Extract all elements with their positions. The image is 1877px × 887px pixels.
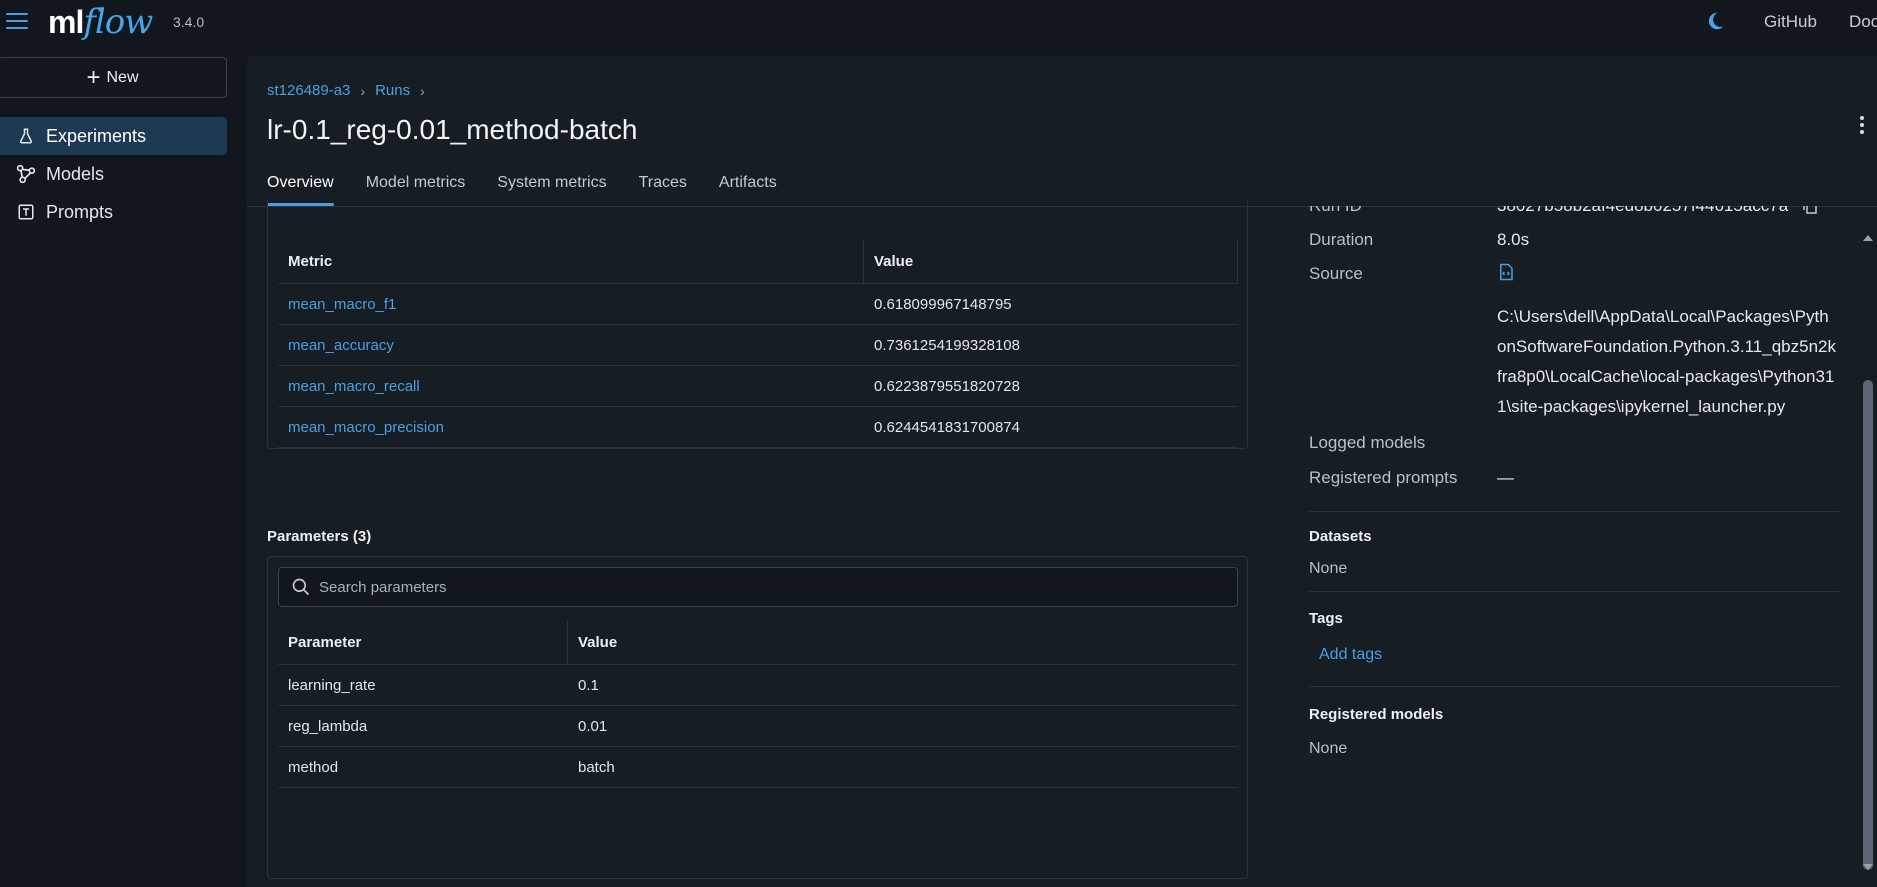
breadcrumb: st126489-a3 › Runs ›	[267, 82, 425, 99]
duration-value: 8.0s	[1497, 230, 1530, 249]
registered-prompts-value: —	[1497, 468, 1514, 487]
breadcrumb-runs[interactable]: Runs	[375, 82, 410, 99]
more-options-icon[interactable]	[1852, 116, 1872, 140]
chevron-right-icon: ›	[360, 82, 366, 99]
page-title: lr-0.1_reg-0.01_method-batch	[267, 114, 638, 145]
version-label: 3.4.0	[173, 14, 205, 30]
sidebar-item-label: Models	[46, 163, 105, 184]
tags-title: Tags	[1309, 610, 1343, 627]
metric-value: 0.7361254199328108	[874, 336, 1020, 354]
search-parameters-box[interactable]	[278, 567, 1238, 607]
divider	[1309, 591, 1839, 592]
table-row: mean_macro_precision 0.6244541831700874	[278, 407, 1238, 448]
table-row: reg_lambda 0.01	[278, 706, 1238, 747]
table-row: mean_accuracy 0.7361254199328108	[278, 325, 1238, 366]
divider	[1309, 511, 1839, 512]
docs-link[interactable]: Doc	[1849, 12, 1877, 32]
metric-value: 0.6223879551820728	[874, 377, 1020, 395]
table-row: mean_macro_recall 0.6223879551820728	[278, 366, 1238, 407]
metric-value: 0.6244541831700874	[874, 418, 1020, 436]
sidebar-item-prompts[interactable]: Prompts	[0, 193, 227, 231]
menu-icon[interactable]	[6, 13, 28, 31]
sidebar: + New Experiments Models Prompts	[0, 46, 240, 887]
notebook-file-icon[interactable]	[1497, 262, 1515, 282]
logo-ml-text: ml	[48, 4, 84, 40]
mlflow-logo[interactable]: ml flow	[48, 2, 153, 44]
plus-icon: +	[86, 63, 101, 91]
parameter-name: reg_lambda	[288, 717, 368, 735]
add-tags-button[interactable]: Add tags	[1319, 646, 1382, 664]
sidebar-item-models[interactable]: Models	[0, 155, 227, 193]
logo-flow-text: flow	[83, 2, 153, 42]
flask-icon	[16, 126, 36, 146]
scrollbar[interactable]	[1859, 230, 1877, 887]
sidebar-item-label: Experiments	[46, 125, 147, 146]
table-row: mean_macro_f1 0.618099967148795	[278, 284, 1238, 325]
top-bar: ml flow 3.4.0 GitHub Doc	[0, 0, 1877, 46]
metric-name-link[interactable]: mean_macro_recall	[278, 366, 864, 406]
column-header-value[interactable]: Value	[568, 621, 1238, 664]
scroll-down-icon[interactable]	[1862, 861, 1874, 873]
run-id-label: Run ID	[1309, 206, 1362, 216]
dark-mode-toggle-icon[interactable]	[1704, 10, 1726, 32]
table-row: method batch	[278, 747, 1238, 788]
new-button[interactable]: + New	[0, 57, 227, 98]
scroll-up-icon[interactable]	[1862, 232, 1874, 244]
duration-label: Duration	[1309, 230, 1374, 249]
metric-name-link[interactable]: mean_accuracy	[278, 325, 864, 365]
metric-name-link[interactable]: mean_macro_f1	[278, 284, 864, 324]
metrics-table-header: Metric Value	[278, 240, 1238, 284]
parameter-value: batch	[578, 758, 615, 776]
parameters-table: Parameter Value learning_rate 0.1 reg_la…	[278, 621, 1238, 788]
breadcrumb-experiment[interactable]: st126489-a3	[267, 82, 350, 99]
registered-prompts-label: Registered prompts	[1309, 468, 1458, 487]
chevron-right-icon: ›	[420, 82, 425, 99]
metric-name-link[interactable]: mean_macro_precision	[278, 407, 864, 447]
new-button-label: New	[106, 68, 139, 86]
sidebar-item-label: Prompts	[46, 201, 114, 222]
parameter-value: 0.1	[578, 676, 599, 694]
run-details-panel: Run ID 38027b58b2af4ed8b0257f44615acc7a …	[1279, 206, 1839, 887]
parameter-value: 0.01	[578, 717, 608, 735]
datasets-title: Datasets	[1309, 528, 1372, 545]
parameter-name: learning_rate	[288, 676, 376, 694]
source-path: C:\Users\dell\AppData\Local\Packages\Pyt…	[1497, 307, 1836, 416]
metric-value: 0.618099967148795	[874, 295, 1012, 313]
column-header-parameter[interactable]: Parameter	[278, 621, 568, 664]
parameter-name: method	[288, 758, 339, 776]
main-panel: st126489-a3 › Runs › lr-0.1_reg-0.01_met…	[247, 56, 1877, 887]
copy-icon[interactable]	[1801, 206, 1819, 216]
registered-models-value: None	[1309, 740, 1348, 757]
metrics-table: Metric Value mean_macro_f1 0.61809996714…	[278, 240, 1238, 448]
metrics-card: Metric Value mean_macro_f1 0.61809996714…	[267, 200, 1248, 449]
source-label: Source	[1309, 264, 1363, 283]
parameters-title: Parameters (3)	[267, 528, 372, 545]
models-icon	[16, 164, 36, 184]
search-icon	[292, 578, 310, 596]
table-row: learning_rate 0.1	[278, 665, 1238, 706]
prompts-icon	[16, 202, 36, 222]
divider	[1309, 686, 1839, 687]
parameters-card: Parameter Value learning_rate 0.1 reg_la…	[267, 556, 1248, 879]
scroll-thumb[interactable]	[1863, 380, 1873, 870]
logged-models-label: Logged models	[1309, 433, 1426, 452]
run-id-value: 38027b58b2af4ed8b0257f44615acc7a	[1497, 206, 1788, 216]
github-link[interactable]: GitHub	[1764, 12, 1817, 32]
datasets-value: None	[1309, 560, 1348, 577]
sidebar-item-experiments[interactable]: Experiments	[0, 117, 227, 155]
registered-models-title: Registered models	[1309, 706, 1444, 723]
search-parameters-input[interactable]	[319, 578, 1219, 596]
column-header-metric[interactable]: Metric	[278, 240, 864, 283]
column-header-value[interactable]: Value	[864, 240, 1238, 283]
parameters-table-header: Parameter Value	[278, 621, 1238, 665]
